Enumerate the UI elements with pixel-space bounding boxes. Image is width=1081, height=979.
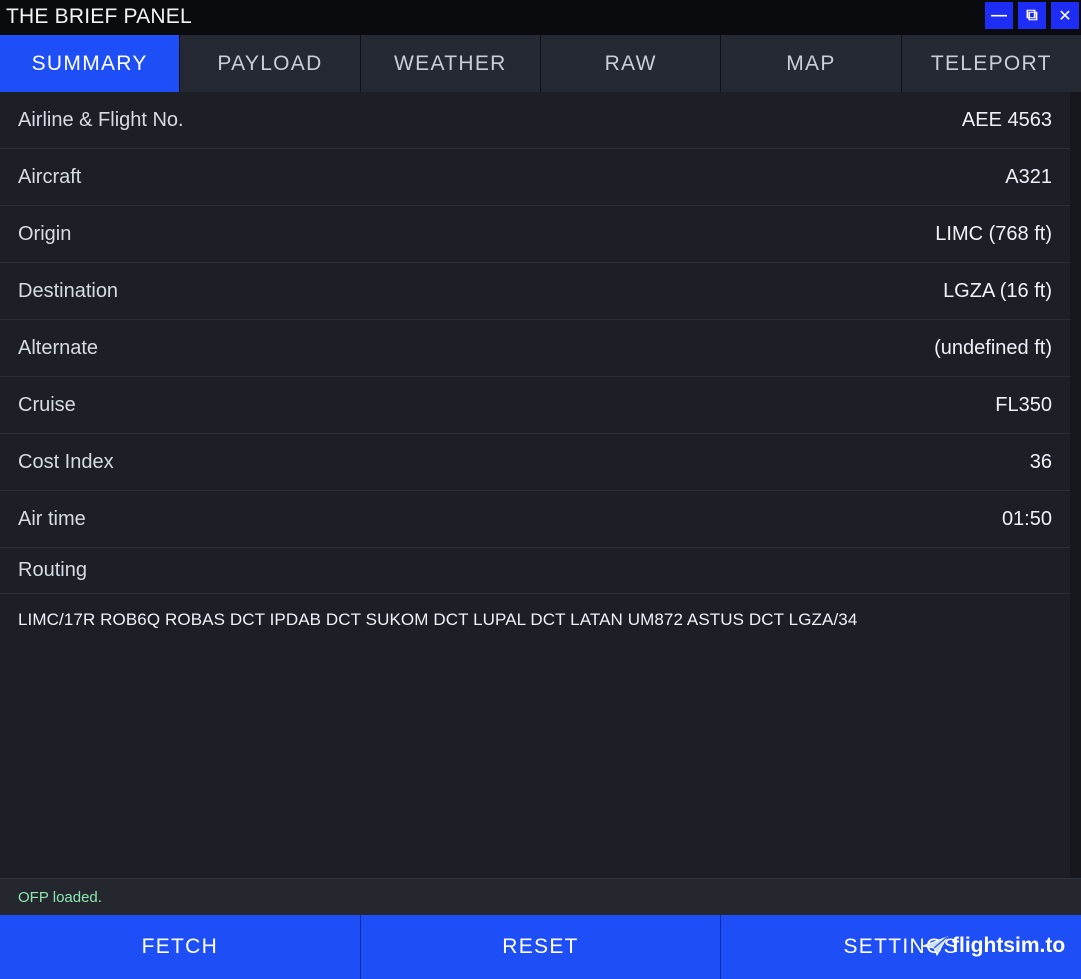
row-label: Aircraft [18,165,82,188]
tab-raw[interactable]: RAW [540,35,722,92]
row-value: FL350 [995,393,1052,416]
tab-weather[interactable]: WEATHER [360,35,541,92]
row-value: AEE 4563 [961,108,1052,131]
popout-button[interactable]: ⧉ [1018,2,1046,29]
title-bar: THE BRIEF PANEL — ⧉ ✕ [0,0,1081,35]
row-value: 36 [1029,450,1052,473]
routing-label: Routing [18,559,87,581]
popout-icon: ⧉ [1026,6,1038,24]
summary-panel: Airline & Flight No. AEE 4563 Aircraft A… [0,92,1070,878]
tab-bar: SUMMARY PAYLOAD WEATHER RAW MAP TELEPORT [0,35,1081,92]
summary-row-origin: Origin LIMC (768 ft) [0,206,1070,263]
row-label: Cruise [18,393,76,416]
status-text: OFP loaded. [18,889,102,906]
summary-row-air-time: Air time 01:50 [0,491,1070,548]
summary-row-cruise: Cruise FL350 [0,377,1070,434]
watermark-text: flightsim.to [952,934,1066,957]
content-scrollbar[interactable] [1070,92,1081,878]
tab-teleport[interactable]: TELEPORT [901,35,1081,92]
minimize-icon: — [991,6,1007,24]
row-label: Airline & Flight No. [18,108,184,131]
tab-payload[interactable]: PAYLOAD [180,35,361,92]
route-string: LIMC/17R ROB6Q ROBAS DCT IPDAB DCT SUKOM… [18,610,858,629]
row-label: Cost Index [18,450,114,473]
row-label: Destination [18,279,119,302]
summary-row-cost-index: Cost Index 36 [0,434,1070,491]
reset-button[interactable]: RESET [361,915,722,979]
close-icon: ✕ [1058,7,1072,25]
watermark: flightsim.to [922,933,1065,959]
tab-map[interactable]: MAP [721,35,902,92]
paper-plane-icon [922,936,948,956]
close-button[interactable]: ✕ [1051,2,1079,29]
row-value: A321 [1005,165,1052,188]
summary-row-aircraft: Aircraft A321 [0,149,1070,206]
row-value: (undefined ft) [934,336,1052,359]
row-label: Origin [18,222,72,245]
summary-row-alternate: Alternate (undefined ft) [0,320,1070,377]
summary-row-flight: Airline & Flight No. AEE 4563 [0,92,1070,149]
row-value: LGZA (16 ft) [943,279,1052,302]
row-label: Air time [18,507,86,530]
fetch-button[interactable]: FETCH [0,915,361,979]
status-bar: OFP loaded. [0,878,1081,915]
action-bar: FETCH RESET SETTINGS [0,915,1081,979]
window-title: THE BRIEF PANEL [6,5,192,28]
row-label: Alternate [18,336,99,359]
row-value: 01:50 [1001,507,1052,530]
minimize-button[interactable]: — [985,2,1013,29]
row-value: LIMC (768 ft) [935,222,1052,245]
summary-row-routing: Routing [0,548,1070,594]
summary-row-destination: Destination LGZA (16 ft) [0,263,1070,320]
tab-summary[interactable]: SUMMARY [0,35,181,92]
